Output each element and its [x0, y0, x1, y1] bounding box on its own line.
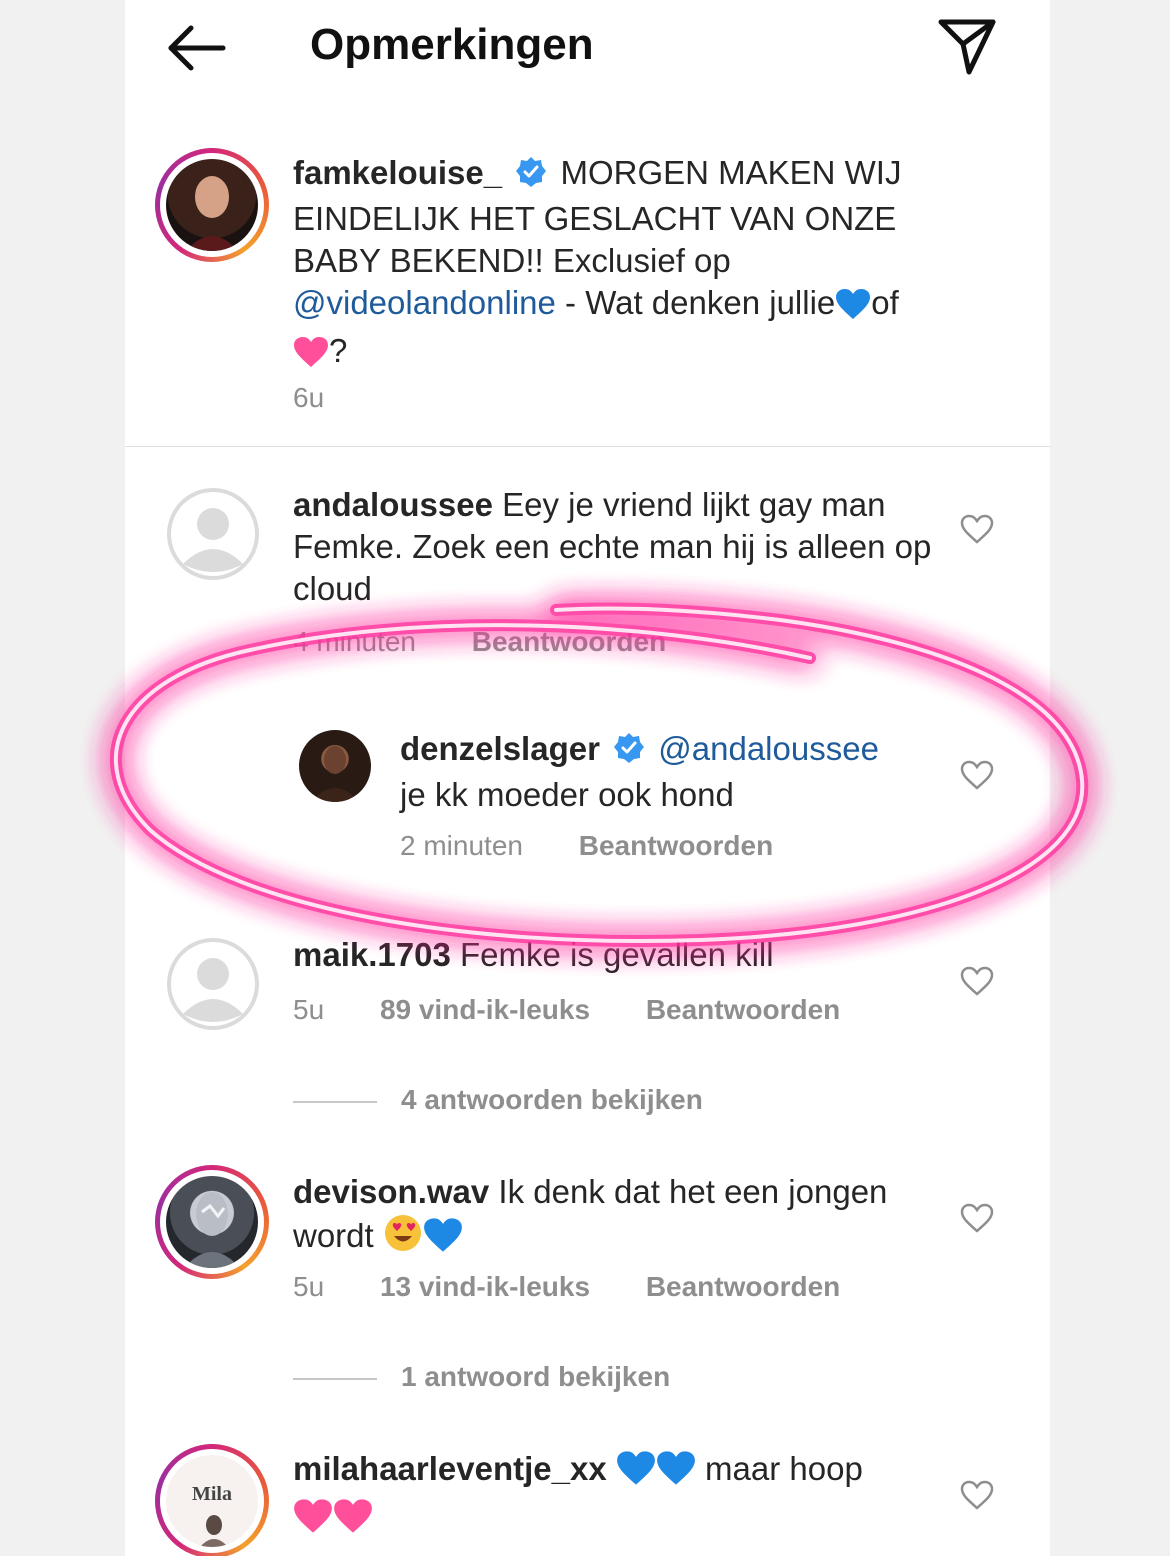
verified-badge-icon [613, 732, 645, 774]
story-ring[interactable] [155, 148, 269, 262]
comment-text: maik.1703 Femke is gevallen kill [293, 934, 953, 976]
replies-line [293, 1377, 377, 1380]
comment-likes[interactable]: 13 vind-ik-leuks [380, 1271, 590, 1302]
comments-screen: Opmerkingen famkelouise_ MORGEN MAKEN WI… [125, 0, 1050, 1556]
default-avatar-icon[interactable] [167, 488, 259, 580]
comment-row: maik.1703 Femke is gevallen kill 5u 89 v… [125, 930, 1050, 1130]
blue-heart-icon [656, 1450, 696, 1496]
back-arrow-icon[interactable] [165, 22, 229, 74]
view-replies-button[interactable]: 1 antwoord bekijken [293, 1361, 670, 1393]
reply-text: denzelslager @andaloussee je kk moeder o… [400, 728, 960, 816]
default-avatar-icon[interactable] [167, 938, 259, 1030]
comment-row: andaloussee Eey je vriend lijkt gay man … [125, 480, 1050, 670]
like-heart-icon[interactable] [960, 760, 994, 790]
reply-mention[interactable]: @andaloussee [658, 730, 879, 767]
pink-heart-icon [293, 1498, 333, 1544]
caption-row: famkelouise_ MORGEN MAKEN WIJ EINDELIJK … [125, 140, 1050, 430]
comment-likes[interactable]: 89 vind-ik-leuks [380, 994, 590, 1025]
reply-body: je kk moeder ook hond [400, 776, 734, 813]
caption-text: famkelouise_ MORGEN MAKEN WIJ EINDELIJK … [293, 152, 953, 378]
caption-mention[interactable]: @videolandonline [293, 284, 556, 321]
blue-heart-icon [616, 1450, 656, 1496]
comment-time: 5u [293, 994, 325, 1025]
comment-meta: 5u 89 vind-ik-leuks Beantwoorden [293, 994, 888, 1026]
like-heart-icon[interactable] [960, 1480, 994, 1510]
comment-username[interactable]: milahaarleventje_xx [293, 1450, 607, 1487]
view-replies-label: 4 antwoorden bekijken [401, 1084, 703, 1115]
direct-send-icon[interactable] [935, 14, 999, 76]
avatar [166, 159, 258, 251]
reply-row: denzelslager @andaloussee je kk moeder o… [125, 722, 1050, 882]
verified-badge-icon [515, 156, 547, 198]
comment-text: devison.wav Ik denk dat het een jongen w… [293, 1171, 953, 1263]
avatar[interactable] [299, 730, 371, 802]
reply-time: 2 minuten [400, 830, 523, 861]
like-heart-icon[interactable] [960, 514, 994, 544]
reply-button[interactable]: Beantwoorden [646, 1271, 840, 1302]
like-heart-icon[interactable] [960, 1203, 994, 1233]
caption-body-3: of [871, 284, 899, 321]
caption-meta: 6u [293, 382, 372, 414]
like-heart-icon[interactable] [960, 966, 994, 996]
story-ring[interactable] [155, 1165, 269, 1279]
caption-body-2: - Wat denken jullie [565, 284, 836, 321]
story-ring[interactable]: Mila [155, 1444, 269, 1556]
reply-meta: 2 minuten Beantwoorden [400, 830, 821, 862]
comment-meta: 5u 13 vind-ik-leuks Beantwoorden [293, 1271, 888, 1303]
blue-heart-icon [835, 288, 871, 330]
pink-heart-icon [293, 336, 329, 378]
replies-line [293, 1100, 377, 1103]
pink-heart-icon [333, 1498, 373, 1544]
view-replies-label: 1 antwoord bekijken [401, 1361, 671, 1392]
caption-time: 6u [293, 382, 325, 413]
view-replies-button[interactable]: 4 antwoorden bekijken [293, 1084, 703, 1116]
comment-row: Mila milahaarleventje_xx maar hoop [125, 1440, 1050, 1556]
top-bar: Opmerkingen [125, 0, 1050, 100]
comment-username[interactable]: maik.1703 [293, 936, 451, 973]
page-title: Opmerkingen [310, 20, 594, 69]
divider [125, 446, 1050, 447]
caption-username[interactable]: famkelouise_ [293, 154, 502, 191]
comment-time: 4 minuten [293, 626, 416, 657]
caption-body-4: ? [329, 332, 348, 369]
comment-row: devison.wav Ik denk dat het een jongen w… [125, 1165, 1050, 1405]
comment-meta: 4 minuten Beantwoorden [293, 626, 714, 658]
heart-eyes-emoji-icon [383, 1213, 423, 1263]
comment-text: andaloussee Eey je vriend lijkt gay man … [293, 484, 953, 610]
comment-body: Femke is gevallen kill [459, 936, 774, 973]
comment-text: milahaarleventje_xx maar hoop [293, 1448, 953, 1544]
reply-button[interactable]: Beantwoorden [579, 830, 773, 861]
comment-body: maar hoop [705, 1450, 863, 1487]
avatar [166, 1176, 258, 1268]
avatar: Mila [166, 1455, 258, 1547]
blue-heart-icon [423, 1217, 463, 1263]
comment-time: 5u [293, 1271, 325, 1302]
comment-username[interactable]: devison.wav [293, 1173, 489, 1210]
reply-button[interactable]: Beantwoorden [472, 626, 666, 657]
reply-button[interactable]: Beantwoorden [646, 994, 840, 1025]
reply-username[interactable]: denzelslager [400, 730, 600, 767]
comment-username[interactable]: andaloussee [293, 486, 493, 523]
